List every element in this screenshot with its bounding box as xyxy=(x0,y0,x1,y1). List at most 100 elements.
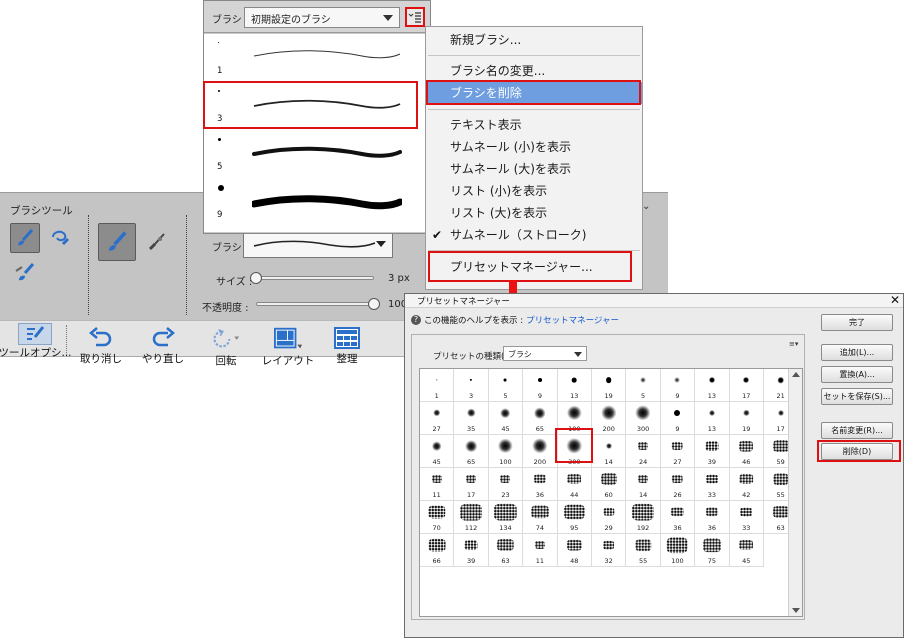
preset-brush-cell[interactable]: 13 xyxy=(557,369,592,402)
brush-preview-picker[interactable] xyxy=(243,230,393,258)
menu-item-text-only[interactable]: テキスト表示 xyxy=(426,114,642,136)
brush-panel-menu-button[interactable] xyxy=(405,7,425,27)
menu-item-stroke-thumbnail-row[interactable]: ✔ サムネール（ストローク) xyxy=(426,224,642,246)
preset-brush-cell[interactable]: 48 xyxy=(557,534,592,567)
menu-item-small-thumbnail[interactable]: サムネール (小)を表示 xyxy=(426,136,642,158)
preset-brush-cell[interactable]: 1 xyxy=(420,369,455,402)
brush-tool-button[interactable] xyxy=(10,223,40,253)
close-icon[interactable]: ✕ xyxy=(890,293,900,307)
preset-brush-cell[interactable]: 26 xyxy=(660,468,696,501)
preset-brush-cell[interactable]: 70 xyxy=(420,501,455,534)
panel-collapse-icon[interactable]: ⌄ xyxy=(642,201,650,212)
preset-brush-cell[interactable]: 75 xyxy=(695,534,730,567)
preset-brush-cell[interactable]: 192 xyxy=(626,501,661,534)
preset-brush-cell[interactable]: 14 xyxy=(592,435,627,468)
preset-brush-cell[interactable]: 65 xyxy=(523,402,558,435)
size-slider-knob[interactable] xyxy=(250,272,262,284)
preset-brush-cell[interactable]: 100 xyxy=(660,534,696,567)
preset-brush-cell[interactable]: 29 xyxy=(592,501,627,534)
preset-brush-cell[interactable]: 19 xyxy=(729,402,764,435)
airbrush-button[interactable] xyxy=(142,227,172,257)
taskbar-undo[interactable]: 取り消し xyxy=(76,321,126,365)
preset-brush-cell[interactable]: 95 xyxy=(557,501,592,534)
preset-brush-cell[interactable]: 9 xyxy=(660,402,696,435)
size-slider[interactable] xyxy=(256,276,374,280)
preset-brush-cell[interactable]: 33 xyxy=(729,501,764,534)
preset-brush-cell[interactable]: 14 xyxy=(626,468,661,501)
preset-brush-cell[interactable]: 200 xyxy=(523,435,558,468)
preset-brush-cell[interactable]: 200 xyxy=(592,402,627,435)
menu-item-rename-brush[interactable]: ブラシ名の変更... xyxy=(426,60,642,82)
taskbar-organize[interactable]: 整理 xyxy=(326,321,368,365)
preset-brush-cell[interactable]: 134 xyxy=(488,501,524,534)
brush-set-dropdown[interactable]: 初期設定のブラシ xyxy=(244,7,400,28)
preset-brush-cell[interactable]: 46 xyxy=(729,435,764,468)
brush-item[interactable]: 5 xyxy=(204,130,426,174)
preset-brush-cell[interactable]: 65 xyxy=(454,435,489,468)
preset-brush-cell[interactable]: 17 xyxy=(729,369,764,402)
preset-brush-cell[interactable]: 100 xyxy=(488,435,524,468)
preset-brush-cell[interactable]: 19 xyxy=(592,369,627,402)
preset-brush-cell[interactable]: 63 xyxy=(488,534,524,567)
preset-brush-cell[interactable]: 60 xyxy=(592,468,627,501)
preset-brush-cell[interactable]: 11 xyxy=(420,468,455,501)
rename-button[interactable]: 名前変更(R)... xyxy=(821,422,893,439)
opacity-slider[interactable] xyxy=(256,302,374,306)
preset-type-dropdown[interactable]: ブラシ xyxy=(503,346,587,361)
preset-brush-cell[interactable]: 23 xyxy=(488,468,524,501)
menu-item-new-brush[interactable]: 新規ブラシ... xyxy=(426,29,642,51)
taskbar-redo[interactable]: やり直し xyxy=(138,321,188,365)
preset-brush-cell[interactable]: 17 xyxy=(454,468,489,501)
preset-brush-cell[interactable]: 112 xyxy=(454,501,489,534)
menu-item-large-thumbnail[interactable]: サムネール (大)を表示 xyxy=(426,158,642,180)
preset-brush-cell[interactable]: 24 xyxy=(626,435,661,468)
preset-brush-cell[interactable]: 45 xyxy=(488,402,524,435)
preset-brush-cell[interactable]: 300 xyxy=(626,402,661,435)
preset-brush-cell[interactable]: 45 xyxy=(420,435,455,468)
add-button[interactable]: 追加(L)... xyxy=(821,344,893,361)
grid-menu-icon[interactable]: ≡▾ xyxy=(789,340,798,348)
done-button[interactable]: 完了 xyxy=(821,314,893,331)
preset-brush-cell[interactable]: 44 xyxy=(557,468,592,501)
preset-brush-cell[interactable]: 13 xyxy=(695,402,730,435)
menu-item-small-list[interactable]: リスト (小)を表示 xyxy=(426,180,642,202)
opacity-slider-knob[interactable] xyxy=(368,298,380,310)
preset-brush-cell[interactable]: 27 xyxy=(420,402,455,435)
save-set-button[interactable]: セットを保存(S)... xyxy=(821,388,893,405)
preset-brush-cell[interactable]: 5 xyxy=(488,369,524,402)
preset-brush-cell[interactable]: 35 xyxy=(454,402,489,435)
menu-item-large-list[interactable]: リスト (大)を表示 xyxy=(426,202,642,224)
brush-item[interactable]: 1 xyxy=(204,34,426,78)
preset-brush-cell[interactable]: 42 xyxy=(729,468,764,501)
preset-brush-cell[interactable]: 74 xyxy=(523,501,558,534)
preset-brush-cell[interactable]: 39 xyxy=(695,435,730,468)
brush-item[interactable]: 9 xyxy=(204,178,426,222)
preset-brush-cell[interactable]: 9 xyxy=(660,369,696,402)
taskbar-tool-options[interactable]: ツールオプシ... xyxy=(0,321,72,359)
preset-brush-cell[interactable]: 33 xyxy=(695,468,730,501)
preset-brush-cell[interactable]: 27 xyxy=(660,435,696,468)
scroll-down-icon[interactable] xyxy=(792,608,800,613)
preset-brush-cell[interactable]: 36 xyxy=(695,501,730,534)
preset-brush-cell[interactable]: 55 xyxy=(626,534,661,567)
preset-brush-cell[interactable]: 36 xyxy=(660,501,696,534)
preset-brush-cell[interactable]: 11 xyxy=(523,534,558,567)
taskbar-rotate[interactable]: 回転 xyxy=(202,321,250,367)
taskbar-layout[interactable]: レイアウト xyxy=(262,321,314,367)
preset-brush-cell[interactable]: 13 xyxy=(695,369,730,402)
preset-brush-cell[interactable]: 45 xyxy=(729,534,764,567)
brush-mode-button[interactable] xyxy=(98,223,136,261)
help-link[interactable]: プリセットマネージャー xyxy=(526,314,619,326)
preset-brush-cell[interactable]: 32 xyxy=(592,534,627,567)
preset-brush-cell[interactable]: 9 xyxy=(523,369,558,402)
preset-brush-cell[interactable]: 36 xyxy=(523,468,558,501)
preset-brush-cell[interactable]: 66 xyxy=(420,534,455,567)
grid-scrollbar[interactable] xyxy=(788,369,802,616)
preset-brush-cell[interactable]: 5 xyxy=(626,369,661,402)
color-replace-brush-button[interactable] xyxy=(10,257,40,287)
scroll-up-icon[interactable] xyxy=(792,372,800,377)
preset-brush-cell[interactable]: 39 xyxy=(454,534,489,567)
preset-brush-cell[interactable]: 3 xyxy=(454,369,489,402)
replace-button[interactable]: 置換(A)... xyxy=(821,366,893,383)
impressionist-brush-button[interactable] xyxy=(44,223,74,253)
